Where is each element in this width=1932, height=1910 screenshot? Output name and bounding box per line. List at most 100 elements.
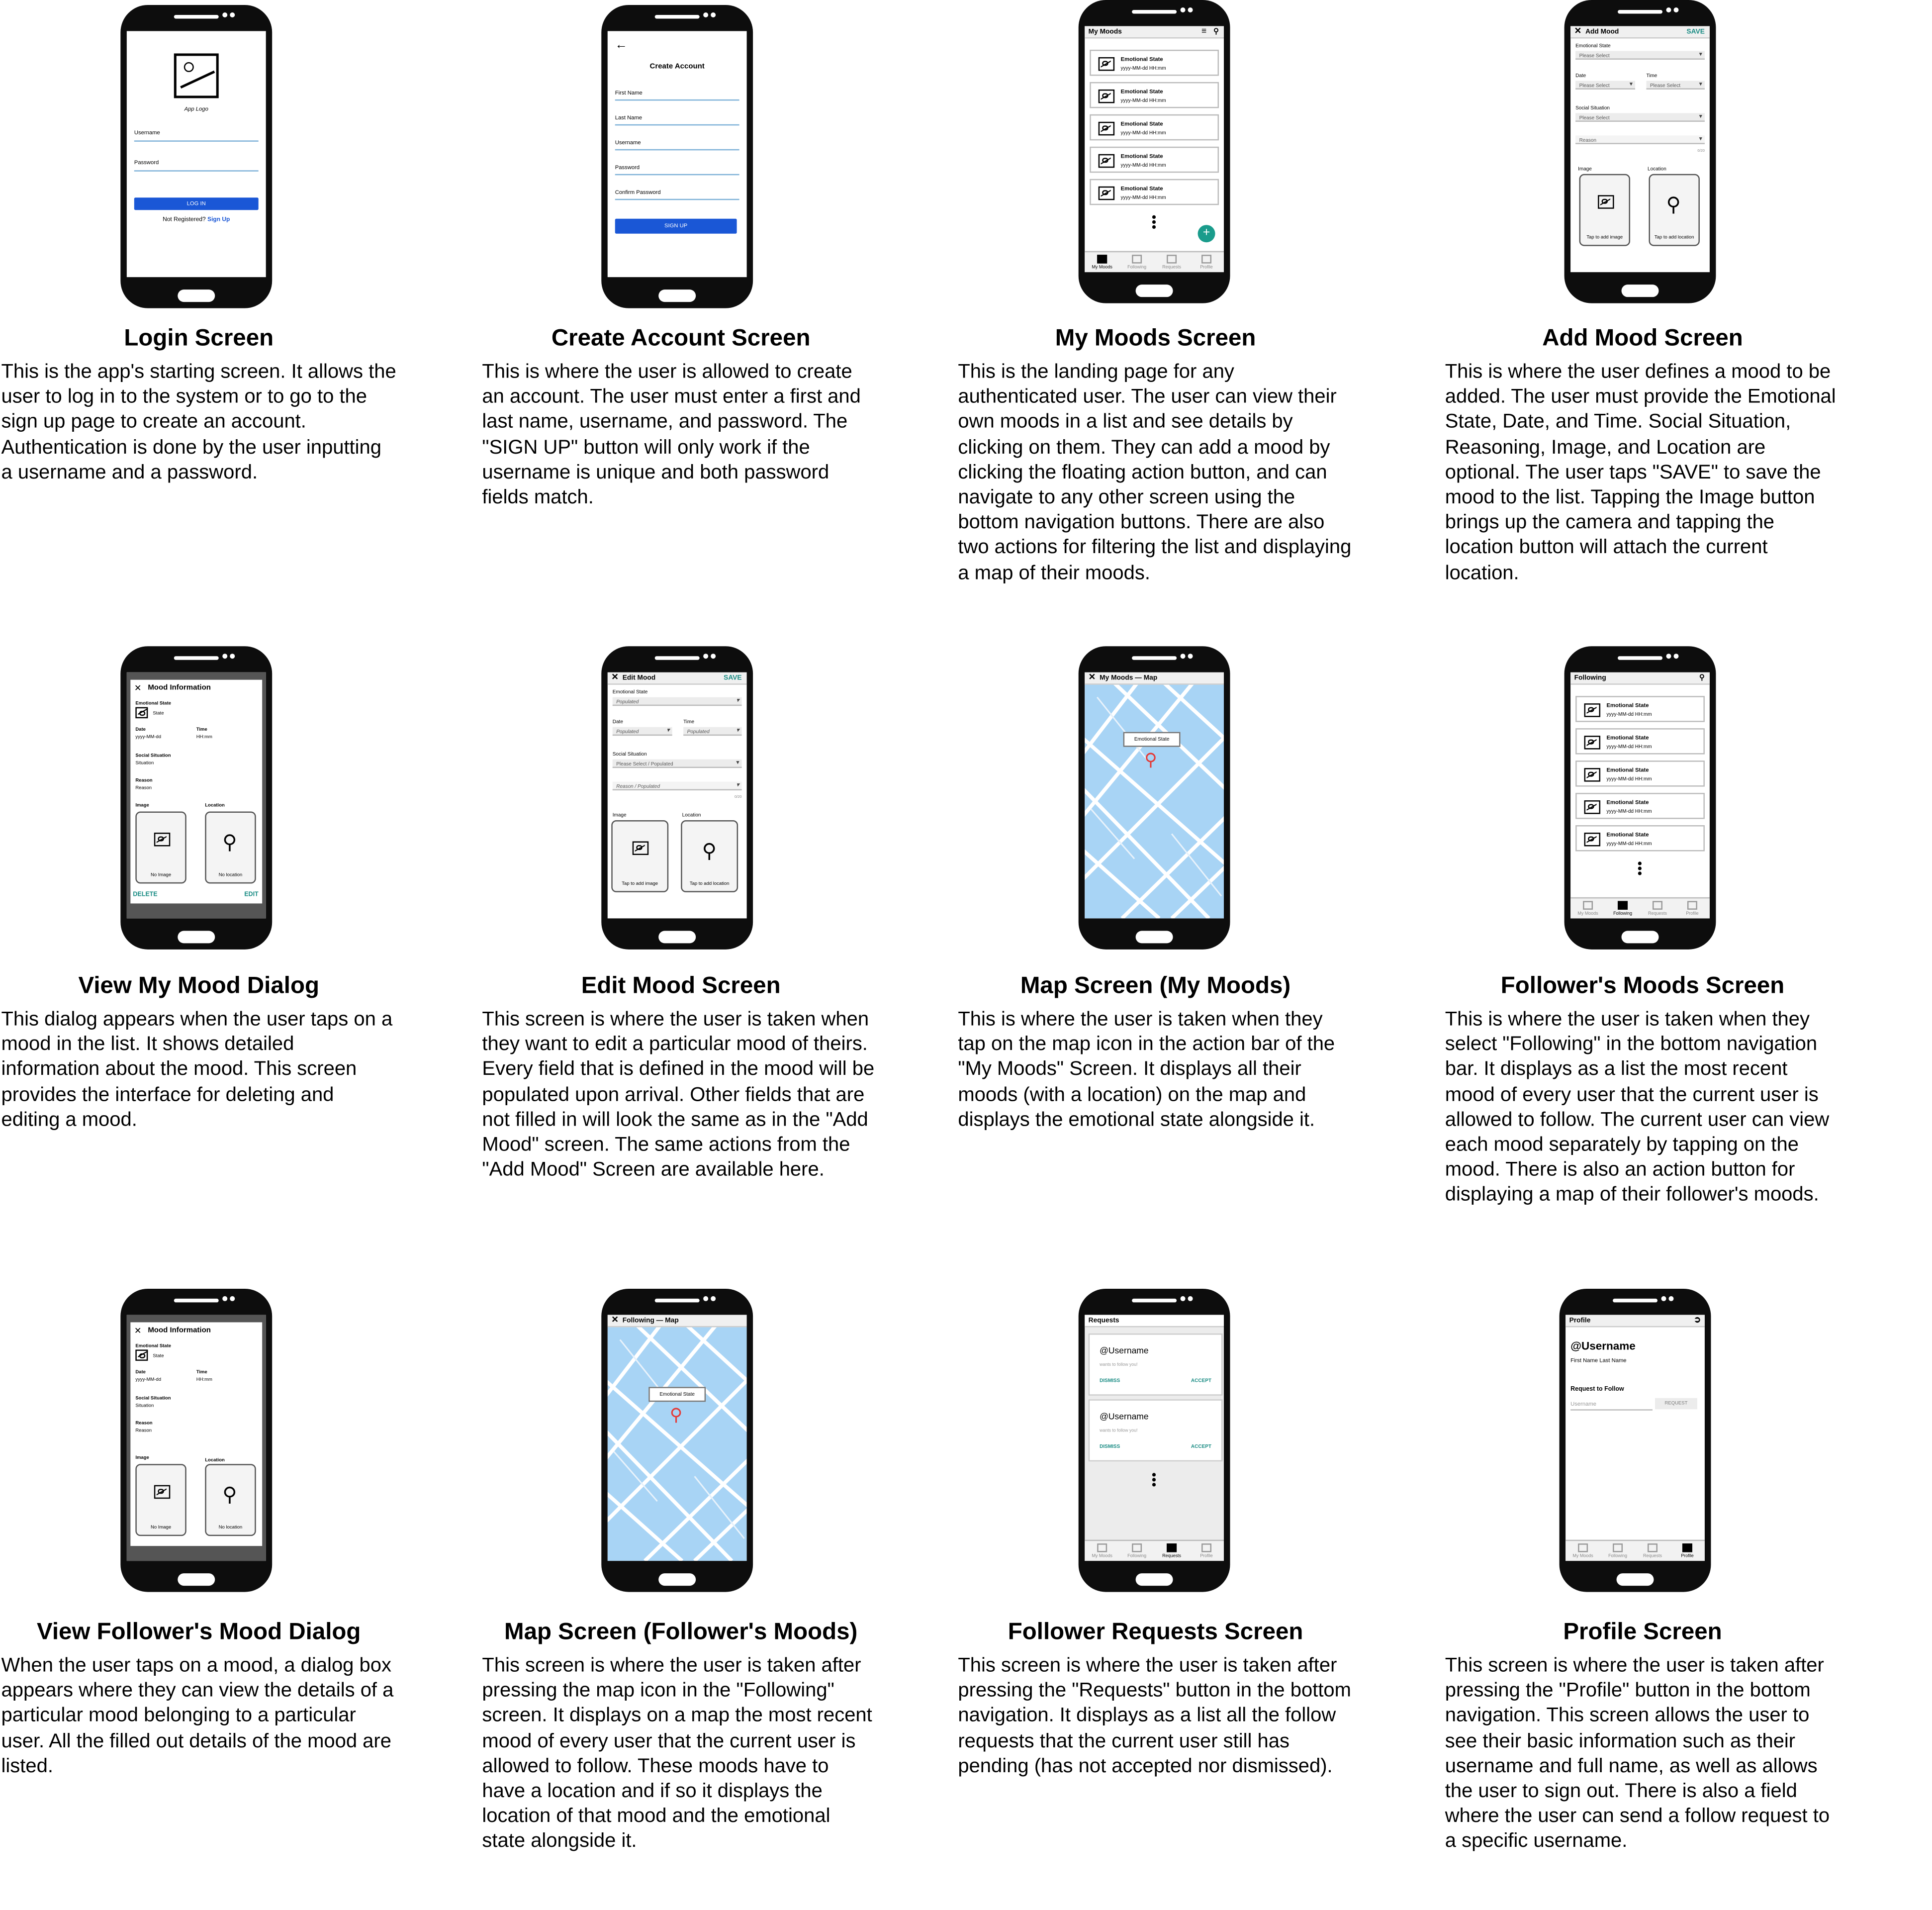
nav-requests[interactable]: Requests xyxy=(1154,1542,1189,1560)
dismiss-button[interactable]: DISMISS xyxy=(1100,1377,1120,1383)
reason-label: Reason xyxy=(135,1420,153,1426)
reason-input[interactable]: Reason xyxy=(1575,135,1705,144)
nav-following[interactable]: Following xyxy=(1119,1542,1154,1560)
add-mood-fab[interactable]: + xyxy=(1197,225,1215,243)
close-icon[interactable]: ✕ xyxy=(134,683,142,693)
reason-value: Reason xyxy=(135,785,152,791)
action-bar: ✕ Edit Mood SAVE xyxy=(607,672,747,685)
accept-button[interactable]: ACCEPT xyxy=(1191,1377,1211,1383)
emotional-state-callout[interactable]: Emotional State xyxy=(648,1387,706,1402)
list-item[interactable]: Emotional State yyyy-MM-dd HH:mm xyxy=(1090,146,1219,173)
list-item[interactable]: Emotional State yyyy-MM-dd HH:mm xyxy=(1090,114,1219,141)
add-image-button[interactable]: Tap to add image xyxy=(1579,174,1631,246)
password-input[interactable] xyxy=(134,170,259,171)
nav-requests[interactable]: Requests xyxy=(1635,1542,1670,1560)
add-location-button[interactable]: ⚲ Tap to add location xyxy=(1649,174,1700,246)
nav-following[interactable]: Following xyxy=(1119,254,1154,271)
request-button[interactable]: REQUEST xyxy=(1655,1398,1697,1410)
nav-my-moods[interactable]: My Moods xyxy=(1565,1542,1600,1560)
screen-description: This is the app's starting screen. It al… xyxy=(1,362,396,483)
nav-my-moods[interactable]: My Moods xyxy=(1085,254,1119,271)
date-select[interactable]: Populated xyxy=(612,727,672,736)
login-button[interactable]: LOG IN xyxy=(134,197,259,210)
emotional-state-select[interactable]: Please Select xyxy=(1575,51,1705,60)
save-button[interactable]: SAVE xyxy=(1687,26,1705,38)
nav-label: Profile xyxy=(1686,911,1699,916)
first-name-label: First Name xyxy=(615,89,643,96)
last-name-input[interactable] xyxy=(615,124,739,125)
nav-my-moods[interactable]: My Moods xyxy=(1570,900,1605,917)
close-icon[interactable]: ✕ xyxy=(1089,672,1096,685)
sign-out-icon[interactable]: ➲ xyxy=(1694,1315,1701,1327)
nav-my-moods[interactable]: My Moods xyxy=(1085,1542,1119,1560)
reason-input[interactable]: Reason / Populated xyxy=(612,781,742,791)
social-situation-select[interactable]: Please Select / Populated xyxy=(612,759,742,768)
back-arrow-icon[interactable]: ← xyxy=(615,38,628,52)
cell-login: App Logo Username Password LOG IN Not Re… xyxy=(0,0,484,621)
map-pin-icon[interactable]: ⚲ xyxy=(1213,26,1219,38)
nav-icon xyxy=(1653,901,1662,910)
cell-view-follower-mood: ✕ Mood Information Emotional State State… xyxy=(0,1288,484,1910)
map-pin-icon[interactable]: ⚲ xyxy=(670,1404,683,1425)
list-item[interactable]: Emotional State yyyy-MM-dd HH:mm xyxy=(1090,49,1219,76)
list-item[interactable]: Emotional State yyyy-MM-dd HH:mm xyxy=(1575,728,1705,755)
signup-link[interactable]: Sign Up xyxy=(207,217,230,223)
nav-requests[interactable]: Requests xyxy=(1154,254,1189,271)
time-select[interactable]: Please Select xyxy=(1646,81,1705,90)
map-my-moods-screen: ✕ My Moods — Map Emotional State ⚲ xyxy=(1085,672,1224,919)
password-input[interactable] xyxy=(615,174,739,175)
list-item[interactable]: Emotional State yyyy-MM-dd HH:mm xyxy=(1575,825,1705,852)
map-view[interactable]: Emotional State ⚲ xyxy=(1085,684,1224,919)
tap-image-caption: Tap to add image xyxy=(622,880,658,886)
list-item[interactable]: Emotional State yyyy-MM-dd HH:mm xyxy=(1090,179,1219,205)
list-item[interactable]: Emotional State yyyy-MM-dd HH:mm xyxy=(1575,761,1705,787)
time-value: HH:mm xyxy=(196,734,212,740)
request-username-input[interactable]: Username xyxy=(1570,1398,1653,1411)
list-item[interactable]: Emotional State yyyy-MM-dd HH:mm xyxy=(1090,82,1219,108)
home-button xyxy=(1621,931,1659,944)
image-tile: No Image xyxy=(135,1464,186,1536)
edit-button[interactable]: EDIT xyxy=(244,891,258,898)
nav-profile[interactable]: Profile xyxy=(1189,1542,1224,1560)
request-card: @Username wants to follow you! DISMISS A… xyxy=(1088,1399,1223,1462)
add-location-button[interactable]: ⚲ Tap to add location xyxy=(681,820,738,892)
image-icon xyxy=(154,832,171,847)
close-icon[interactable]: ✕ xyxy=(134,1326,142,1336)
first-name-input[interactable] xyxy=(615,99,739,100)
username-input[interactable] xyxy=(134,140,259,141)
username-input[interactable] xyxy=(615,149,739,150)
social-situation-select[interactable]: Please Select xyxy=(1575,113,1705,122)
nav-following[interactable]: Following xyxy=(1605,900,1640,917)
emotional-state-select[interactable]: Populated xyxy=(612,697,742,706)
accept-button[interactable]: ACCEPT xyxy=(1191,1443,1211,1449)
date-select[interactable]: Please Select xyxy=(1575,81,1636,90)
map-view[interactable]: Emotional State ⚲ xyxy=(607,1327,747,1561)
nav-profile[interactable]: Profile xyxy=(1675,900,1710,917)
dismiss-button[interactable]: DISMISS xyxy=(1100,1443,1120,1449)
nav-requests[interactable]: Requests xyxy=(1640,900,1675,917)
image-label: Image xyxy=(135,1455,149,1460)
filter-icon[interactable]: ≡ xyxy=(1201,26,1206,38)
close-icon[interactable]: ✕ xyxy=(611,1315,619,1327)
close-icon[interactable]: ✕ xyxy=(611,672,619,685)
list-item[interactable]: Emotional State yyyy-MM-dd HH:mm xyxy=(1575,793,1705,819)
item-title: Emotional State xyxy=(1606,702,1649,709)
nav-following[interactable]: Following xyxy=(1600,1542,1635,1560)
time-select[interactable]: Populated xyxy=(683,727,742,736)
delete-button[interactable]: DELETE xyxy=(133,891,157,898)
save-button[interactable]: SAVE xyxy=(724,672,741,685)
phone-frame: ← Create Account First Name Last Name Us… xyxy=(601,4,753,308)
item-sub: yyyy-MM-dd HH:mm xyxy=(1606,808,1652,814)
item-sub: yyyy-MM-dd HH:mm xyxy=(1606,711,1652,717)
signup-button[interactable]: SIGN UP xyxy=(615,218,737,234)
map-pin-icon[interactable]: ⚲ xyxy=(1699,672,1705,685)
emotional-state-callout[interactable]: Emotional State xyxy=(1123,732,1181,747)
nav-profile[interactable]: Profile xyxy=(1189,254,1224,271)
time-label: Time xyxy=(196,1369,207,1375)
list-item[interactable]: Emotional State yyyy-MM-dd HH:mm xyxy=(1575,696,1705,722)
nav-profile[interactable]: Profile xyxy=(1670,1542,1705,1560)
add-image-icon xyxy=(1598,195,1614,209)
add-image-button[interactable]: Tap to add image xyxy=(611,820,669,892)
map-pin-icon[interactable]: ⚲ xyxy=(1144,750,1157,770)
close-icon[interactable]: ✕ xyxy=(1574,26,1582,38)
